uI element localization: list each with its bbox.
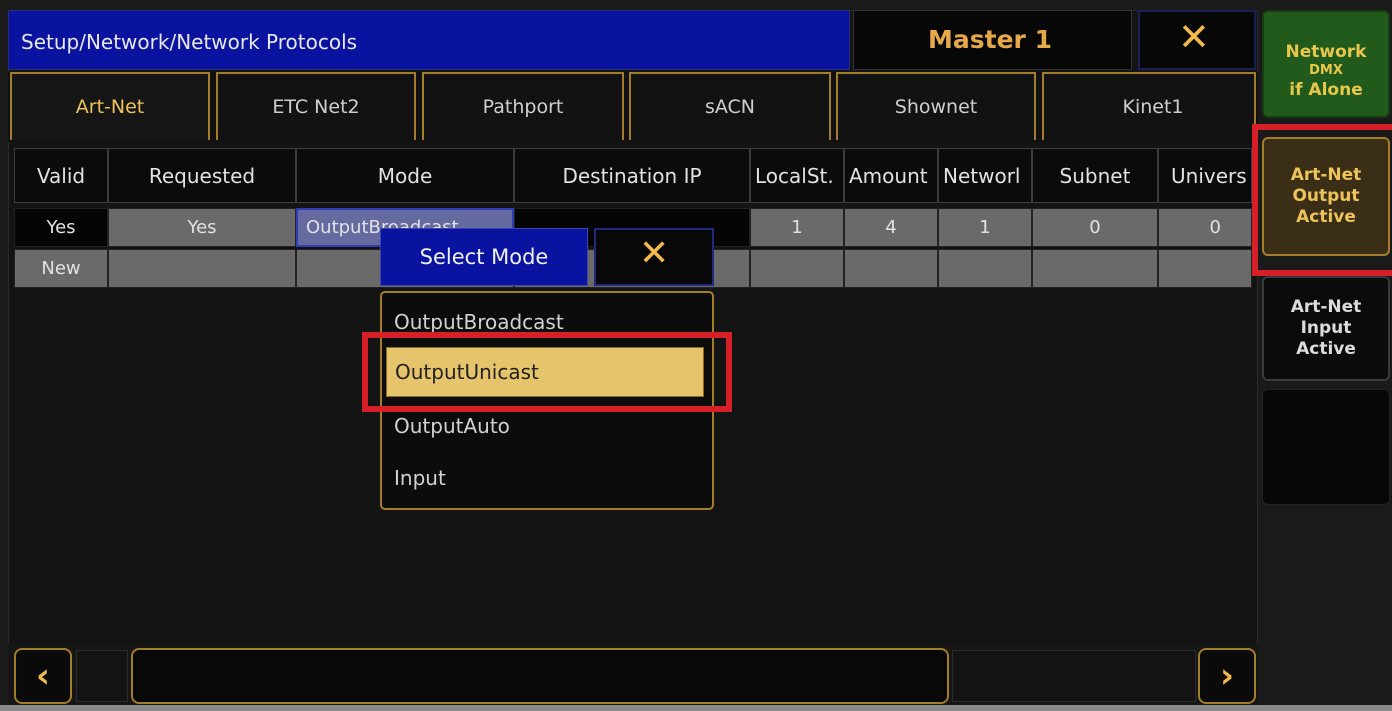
scroll-left-button[interactable]: ‹ xyxy=(14,648,72,704)
artnet-input-line2: Input xyxy=(1300,317,1352,338)
column-header-mode[interactable]: Mode xyxy=(296,148,514,203)
tab-etc-net2[interactable]: ETC Net2 xyxy=(216,72,416,140)
column-header-destination-ip[interactable]: Destination IP xyxy=(514,148,750,203)
artnet-output-line2: Output xyxy=(1292,185,1360,206)
title-bar: Setup/Network/Network Protocols xyxy=(8,10,850,70)
window-title: Setup/Network/Network Protocols xyxy=(21,30,358,54)
column-header-local-start[interactable]: LocalSt. xyxy=(750,148,844,203)
cell-valid[interactable]: Yes xyxy=(14,208,108,247)
artnet-input-line1: Art-Net xyxy=(1290,296,1362,317)
cell-amount-new[interactable] xyxy=(844,249,938,288)
tab-kinet1[interactable]: Kinet1 xyxy=(1042,72,1256,140)
scroll-right-button[interactable]: › xyxy=(1198,648,1256,704)
artnet-input-line3: Active xyxy=(1296,339,1356,360)
column-header-network[interactable]: Networl xyxy=(938,148,1032,203)
artnet-output-active-button[interactable]: Art-Net Output Active xyxy=(1262,137,1390,256)
close-icon: ✕ xyxy=(639,233,670,274)
scroll-track-right[interactable] xyxy=(952,650,1196,702)
scroll-track-left[interactable] xyxy=(76,650,128,702)
cell-local-start[interactable]: 1 xyxy=(750,208,844,247)
popup-title: Select Mode xyxy=(380,228,588,286)
tab-shownet[interactable]: Shownet xyxy=(836,72,1036,140)
column-header-requested[interactable]: Requested xyxy=(108,148,296,203)
artnet-output-line3: Active xyxy=(1296,207,1356,228)
master-selector[interactable]: Master 1 xyxy=(853,10,1132,70)
cell-local-start-new[interactable] xyxy=(750,249,844,288)
cell-valid-new[interactable]: New xyxy=(14,249,108,288)
network-dmx-line2: DMX xyxy=(1309,63,1343,79)
network-dmx-if-alone-button[interactable]: Network DMX if Alone xyxy=(1262,10,1390,118)
option-input[interactable]: Input xyxy=(394,458,446,498)
column-header-subnet[interactable]: Subnet xyxy=(1032,148,1158,203)
column-header-universe[interactable]: Univers xyxy=(1158,148,1252,203)
master-label: Master 1 xyxy=(928,25,1052,54)
option-output-broadcast[interactable]: OutputBroadcast xyxy=(394,302,564,342)
bottom-edge xyxy=(0,705,1392,711)
tab-pathport[interactable]: Pathport xyxy=(422,72,624,140)
cell-subnet-new[interactable] xyxy=(1032,249,1158,288)
cell-universe[interactable]: 0 xyxy=(1158,208,1252,247)
column-header-valid[interactable]: Valid xyxy=(14,148,108,203)
tab-sacn[interactable]: sACN xyxy=(629,72,831,140)
popup-close-button[interactable]: ✕ xyxy=(594,228,714,286)
tab-art-net[interactable]: Art-Net xyxy=(10,72,210,140)
artnet-output-line1: Art-Net xyxy=(1290,164,1362,185)
cell-requested-new[interactable] xyxy=(108,249,296,288)
option-output-unicast[interactable]: OutputUnicast xyxy=(386,347,704,397)
chevron-left-icon: ‹ xyxy=(35,656,50,696)
network-dmx-line1: Network xyxy=(1285,42,1367,62)
cell-subnet[interactable]: 0 xyxy=(1032,208,1158,247)
cell-requested[interactable]: Yes xyxy=(108,208,296,247)
cell-network[interactable]: 1 xyxy=(938,208,1032,247)
cell-amount[interactable]: 4 xyxy=(844,208,938,247)
column-header-amount[interactable]: Amount xyxy=(844,148,938,203)
cell-universe-new[interactable] xyxy=(1158,249,1252,288)
chevron-right-icon: › xyxy=(1219,656,1234,696)
option-output-auto[interactable]: OutputAuto xyxy=(394,406,510,446)
artnet-input-active-button[interactable]: Art-Net Input Active xyxy=(1262,276,1390,381)
empty-button-slot xyxy=(1262,389,1390,505)
network-dmx-line3: if Alone xyxy=(1289,79,1363,100)
close-window-button[interactable]: ✕ xyxy=(1138,10,1256,70)
close-icon: ✕ xyxy=(1178,15,1210,59)
scroll-thumb[interactable] xyxy=(131,648,949,704)
cell-network-new[interactable] xyxy=(938,249,1032,288)
